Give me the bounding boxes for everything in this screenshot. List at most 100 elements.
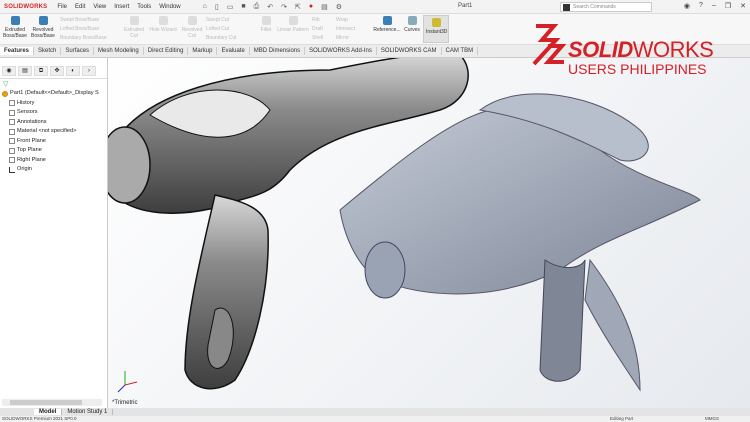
tab-model[interactable]: Model <box>34 409 63 415</box>
tab-addins[interactable]: SOLIDWORKS Add-Ins <box>305 47 377 55</box>
model-render <box>108 58 701 393</box>
tab-features[interactable]: Features <box>0 47 35 55</box>
status-mode: Editing Part <box>610 416 634 421</box>
tab-sketch[interactable]: Sketch <box>34 47 62 55</box>
mirror-button[interactable]: Mirror <box>336 34 370 43</box>
menu-edit[interactable]: Edit <box>71 4 89 10</box>
panel-scrollbar[interactable] <box>2 399 102 406</box>
tab-solidworks-cam[interactable]: SOLIDWORKS CAM <box>377 47 442 55</box>
redo-icon[interactable]: ↷ <box>281 3 287 11</box>
tree-item-origin[interactable]: Origin <box>0 165 107 175</box>
tab-mesh-modeling[interactable]: Mesh Modeling <box>94 47 144 55</box>
wrap-button[interactable]: Wrap <box>336 16 370 25</box>
new-icon[interactable]: ▯ <box>215 3 219 11</box>
label: Part1 (Default<<Default>_Display S <box>10 90 99 96</box>
extruded-cut-button[interactable]: Extruded Cut <box>122 16 146 39</box>
draft-button[interactable]: Draft <box>312 25 334 34</box>
user-icon[interactable]: ◉ <box>684 2 690 10</box>
extruded-boss-button[interactable]: Extruded Boss/Base <box>2 16 28 39</box>
view-orientation-label: *Trimetric <box>112 400 138 406</box>
home-icon[interactable]: ⌂ <box>203 3 207 11</box>
quick-access-toolbar: ⌂ ▯ ▭ ■ ⎙ ↶ ↷ ⇱ ● ▤ ⚙ <box>203 3 342 11</box>
shell-button[interactable]: Shell <box>312 34 334 43</box>
file-properties-icon[interactable]: ▤ <box>321 3 328 11</box>
tree-root-part[interactable]: Part1 (Default<<Default>_Display S <box>0 89 107 99</box>
close-icon[interactable]: ✕ <box>740 2 746 10</box>
configuration-icon[interactable]: ⧉ <box>34 66 48 76</box>
status-product: SOLIDWORKS Premium 2021 SP0.0 <box>2 416 77 421</box>
search-commands-input[interactable]: Search Commands <box>560 2 652 12</box>
revolved-boss-button[interactable]: Revolved Boss/Base <box>30 16 56 39</box>
open-icon[interactable]: ▭ <box>227 3 234 11</box>
print-icon[interactable]: ⎙ <box>254 3 260 11</box>
rib-button[interactable]: Rib <box>312 16 334 25</box>
swept-boss-button[interactable]: Swept Boss/Base <box>60 16 118 25</box>
tab-evaluate[interactable]: Evaluate <box>217 47 250 55</box>
select-icon[interactable]: ⇱ <box>295 3 301 11</box>
menu-file[interactable]: File <box>53 4 71 10</box>
tree-item-right-plane[interactable]: Right Plane <box>0 156 107 166</box>
tree-item-history[interactable]: History <box>0 99 107 109</box>
boundary-cut-button[interactable]: Boundary Cut <box>206 34 256 43</box>
command-icon <box>563 4 570 11</box>
restore-icon[interactable]: ❐ <box>725 2 731 10</box>
display-manager-icon[interactable]: ◐ <box>66 66 80 76</box>
menu-view[interactable]: View <box>89 4 110 10</box>
rebuild-icon[interactable]: ● <box>309 3 313 11</box>
curves-button[interactable]: Curves <box>402 16 422 33</box>
brand-name: SOLIDWORKS <box>568 37 714 63</box>
graphics-viewport[interactable] <box>108 58 750 408</box>
tree-item-sensors[interactable]: Sensors <box>0 108 107 118</box>
reference-geometry-button[interactable]: Reference... <box>373 16 401 33</box>
instant3d-button[interactable]: Instant3D <box>423 15 449 43</box>
intersect-button[interactable]: Intersect <box>336 25 370 34</box>
tree-item-front-plane[interactable]: Front Plane <box>0 137 107 147</box>
tab-direct-editing[interactable]: Direct Editing <box>144 47 189 55</box>
fillet-button[interactable]: Fillet <box>258 16 274 33</box>
swept-cut-button[interactable]: Swept Cut <box>206 16 256 25</box>
tree-item-annotations[interactable]: Annotations <box>0 118 107 128</box>
label: Revolved Cut <box>181 27 203 39</box>
tab-markup[interactable]: Markup <box>188 47 218 55</box>
annotations-icon <box>9 119 15 126</box>
tab-motion-study[interactable]: Motion Study 1 <box>62 409 114 415</box>
label: Hole Wizard <box>149 27 177 33</box>
revolve-icon <box>38 16 48 25</box>
hole-wizard-button[interactable]: Hole Wizard <box>148 16 178 33</box>
tab-surfaces[interactable]: Surfaces <box>61 47 95 55</box>
minimize-icon[interactable]: – <box>712 2 716 10</box>
linear-pattern-button[interactable]: Linear Pattern <box>276 16 310 33</box>
panel-toolbar: ◉ ▤ ⧉ ✥ ◐ › <box>0 58 107 79</box>
menu-tools[interactable]: Tools <box>133 4 155 10</box>
boundary-boss-button[interactable]: Boundary Boss/Base <box>60 34 118 43</box>
menu-insert[interactable]: Insert <box>110 4 133 10</box>
menu-window[interactable]: Window <box>155 4 184 10</box>
dimxpert-icon[interactable]: ✥ <box>50 66 64 76</box>
origin-icon <box>9 166 15 173</box>
lofted-cut-button[interactable]: Lofted Cut <box>206 25 256 34</box>
scroll-thumb[interactable] <box>10 400 82 405</box>
tab-mbd-dimensions[interactable]: MBD Dimensions <box>250 47 306 55</box>
curves-icon <box>407 16 417 25</box>
search-placeholder: Search Commands <box>573 4 616 10</box>
lofted-boss-button[interactable]: Lofted Boss/Base <box>60 25 118 34</box>
plane-icon <box>9 138 15 145</box>
more-tabs-icon[interactable]: › <box>82 66 96 76</box>
tree-item-material[interactable]: Material <not specified> <box>0 127 107 137</box>
revolve-cut-icon <box>187 16 197 25</box>
status-units[interactable]: MMGS <box>705 416 719 421</box>
property-manager-icon[interactable]: ▤ <box>18 66 32 76</box>
app-logo: SOLIDWORKS <box>4 3 48 10</box>
revolved-cut-button[interactable]: Revolved Cut <box>180 16 204 39</box>
plane-icon <box>9 147 15 154</box>
help-icon[interactable]: ? <box>699 2 703 10</box>
save-icon[interactable]: ■ <box>241 3 245 11</box>
tab-cam-tbm[interactable]: CAM TBM <box>442 47 479 55</box>
rib-group: Rib Draft Shell <box>312 16 334 43</box>
options-icon[interactable]: ⚙ <box>336 3 342 11</box>
tree-item-top-plane[interactable]: Top Plane <box>0 146 107 156</box>
label: Front Plane <box>17 137 46 144</box>
undo-icon[interactable]: ↶ <box>267 3 273 11</box>
filter-icon[interactable]: ▽ <box>0 79 107 89</box>
feature-tree-icon[interactable]: ◉ <box>2 66 16 76</box>
